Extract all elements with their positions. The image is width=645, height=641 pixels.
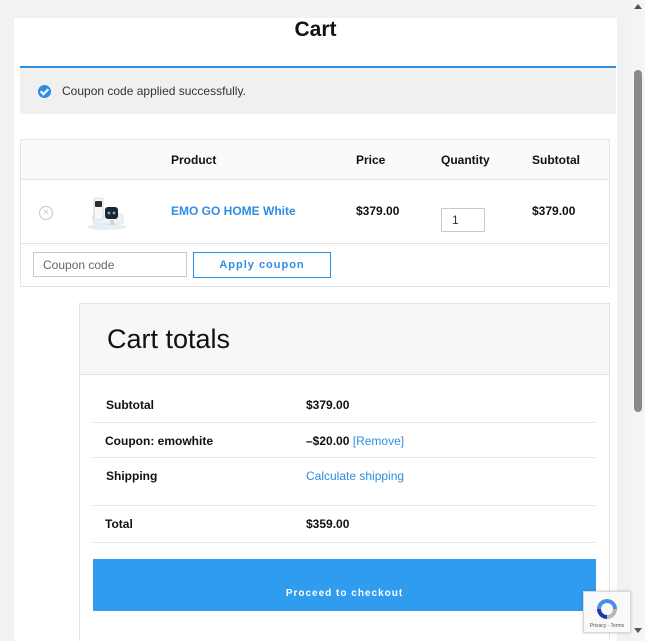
scroll-up-arrow-icon[interactable] xyxy=(634,4,642,9)
cart-totals: Cart totals Subtotal $379.00 Coupon: emo… xyxy=(79,303,610,641)
recaptcha-badge[interactable]: Privacy - Terms xyxy=(583,591,631,633)
table-header: Product Price Quantity Subtotal xyxy=(21,140,609,180)
scrollbar-thumb[interactable] xyxy=(634,70,642,412)
recaptcha-icon xyxy=(597,599,617,619)
cart-table: Product Price Quantity Subtotal × EMO GO… xyxy=(20,139,610,287)
quantity-input[interactable] xyxy=(441,208,485,232)
success-notice: Coupon code applied successfully. xyxy=(20,68,616,114)
table-row: × EMO GO HOME White $379.00 $379.00 xyxy=(21,180,609,244)
header-price: Price xyxy=(356,153,386,167)
checkmark-circle-icon xyxy=(38,84,51,98)
apply-coupon-button[interactable]: Apply coupon xyxy=(193,252,331,278)
total-row: Total $359.00 xyxy=(93,506,596,543)
cart-totals-header: Cart totals xyxy=(80,304,609,375)
product-name-link[interactable]: EMO GO HOME White xyxy=(171,204,296,218)
total-value: $359.00 xyxy=(306,517,350,531)
subtotal-row: Subtotal $379.00 xyxy=(93,375,596,423)
page-title: Cart xyxy=(294,18,337,41)
proceed-to-checkout-button[interactable]: Proceed to checkout xyxy=(93,559,596,611)
coupon-discount-value: –$20.00 xyxy=(306,434,350,448)
shipping-label: Shipping xyxy=(106,469,158,483)
recaptcha-links[interactable]: Privacy - Terms xyxy=(584,623,630,629)
coupon-row: Coupon: emowhite –$20.00 [Remove] xyxy=(93,423,596,458)
shipping-row: Shipping Calculate shipping xyxy=(93,458,596,506)
coupon-discount: –$20.00 [Remove] xyxy=(306,434,404,448)
product-thumbnail[interactable] xyxy=(83,194,131,232)
total-label: Total xyxy=(105,517,133,531)
header-quantity: Quantity xyxy=(441,153,490,167)
header-product: Product xyxy=(171,153,217,167)
vertical-scrollbar[interactable] xyxy=(631,0,645,641)
scroll-down-arrow-icon[interactable] xyxy=(634,628,642,633)
coupon-code-input[interactable] xyxy=(33,252,187,277)
subtotal-label: Subtotal xyxy=(106,398,154,412)
cart-page: Cart Coupon code applied successfully. P… xyxy=(14,18,617,641)
cart-totals-title: Cart totals xyxy=(107,324,231,354)
header-subtotal: Subtotal xyxy=(532,153,580,167)
coupon-label: Coupon: emowhite xyxy=(105,434,213,448)
remove-coupon-link[interactable]: [Remove] xyxy=(353,434,404,448)
calculate-shipping-link[interactable]: Calculate shipping xyxy=(306,469,404,483)
remove-item-icon[interactable]: × xyxy=(39,206,53,220)
product-price: $379.00 xyxy=(356,204,400,218)
notice-message: Coupon code applied successfully. xyxy=(62,84,246,98)
subtotal-value: $379.00 xyxy=(306,398,350,412)
product-subtotal: $379.00 xyxy=(532,204,576,218)
